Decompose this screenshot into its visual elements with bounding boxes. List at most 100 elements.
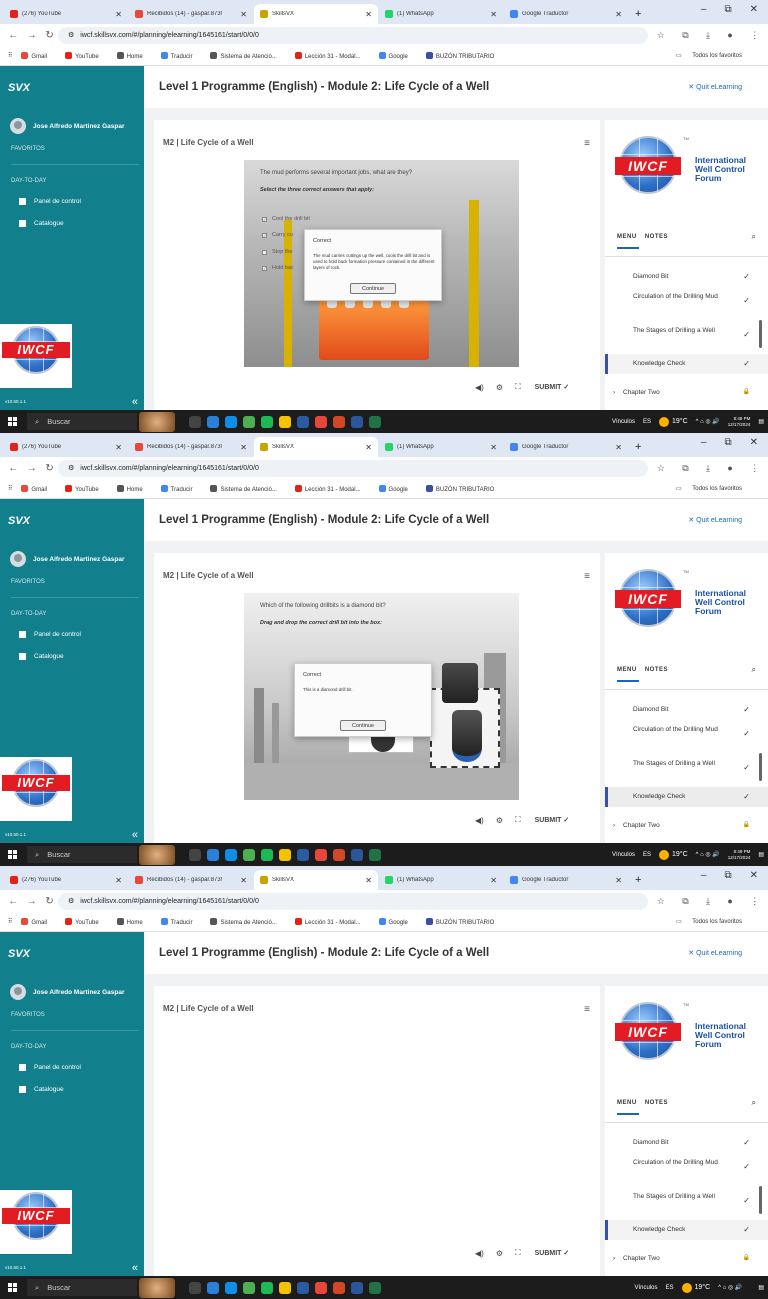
- download-icon[interactable]: ⤓: [706, 896, 710, 907]
- scrollbar-thumb[interactable]: [759, 320, 762, 348]
- forward-arrow-icon[interactable]: →: [27, 463, 37, 474]
- browser-tab[interactable]: Google Traductor✕: [504, 4, 628, 24]
- menu-item-circulation[interactable]: Circulation of the Drilling Mud✓: [605, 288, 768, 318]
- links-label[interactable]: Vínculos: [612, 419, 635, 425]
- chrome-icon[interactable]: [315, 416, 327, 428]
- browser-tab-active[interactable]: SkillsVX✕: [254, 4, 378, 24]
- bookmark[interactable]: Google: [379, 52, 417, 60]
- restore-button[interactable]: ⧉: [724, 437, 731, 448]
- menu-item-diamond-bit[interactable]: Diamond Bit✓: [605, 268, 768, 286]
- close-tab-icon[interactable]: ✕: [490, 10, 497, 19]
- bookmark[interactable]: YouTube: [65, 918, 108, 926]
- sidebar-item-catalogue[interactable]: Catalogue: [19, 1086, 64, 1093]
- bookmark[interactable]: Google: [379, 918, 417, 926]
- hamburger-menu-icon[interactable]: ≡: [584, 138, 590, 149]
- site-info-icon[interactable]: ⚙: [68, 464, 74, 472]
- windows-start-icon[interactable]: [8, 417, 17, 426]
- collapse-sidebar-icon[interactable]: «: [132, 1262, 138, 1274]
- powerpoint-icon[interactable]: [333, 416, 345, 428]
- apps-icon[interactable]: ⠿: [8, 52, 12, 59]
- bookmark[interactable]: Traducir: [161, 485, 202, 493]
- store-icon[interactable]: [243, 849, 255, 861]
- scrollbar-thumb[interactable]: [759, 1186, 762, 1214]
- quit-elearning-button[interactable]: ✕ Quit eLearning: [688, 949, 742, 957]
- sidebar-item-panel-de-control[interactable]: Panel de control: [19, 631, 81, 638]
- language-indicator[interactable]: ES: [643, 852, 651, 858]
- links-label[interactable]: Vínculos: [635, 1285, 658, 1291]
- widget-thumbnail[interactable]: [139, 845, 175, 865]
- search-icon[interactable]: ⌕: [752, 665, 756, 675]
- browser-tab-active[interactable]: SkillsVX✕: [254, 870, 378, 890]
- more-menu-icon[interactable]: ⋮: [750, 896, 759, 907]
- store-icon[interactable]: [243, 1282, 255, 1294]
- tab-notes[interactable]: NOTES: [645, 667, 668, 673]
- answer-option[interactable]: ✓Cool the drill bit: [262, 216, 310, 222]
- copilot-icon[interactable]: [207, 416, 219, 428]
- checkbox-checked[interactable]: ✓: [262, 217, 267, 222]
- svx-logo[interactable]: SVX: [8, 82, 30, 94]
- download-icon[interactable]: ⤓: [706, 463, 710, 474]
- bookmark[interactable]: Sistema de Atenció...: [210, 485, 285, 493]
- settings-gear-icon[interactable]: ⚙: [496, 383, 503, 392]
- bookmark[interactable]: Traducir: [161, 52, 202, 60]
- all-bookmarks[interactable]: ▭ Todos los favoritos: [676, 485, 751, 492]
- browser-tab[interactable]: Google Traductor✕: [504, 437, 628, 457]
- settings-gear-icon[interactable]: ⚙: [496, 816, 503, 825]
- sidebar-item-catalogue[interactable]: Catalogue: [19, 220, 64, 227]
- weather-widget[interactable]: 19°C: [659, 850, 688, 860]
- sidebar-item-catalogue[interactable]: Catalogue: [19, 653, 64, 660]
- all-bookmarks[interactable]: ▭ Todos los favoritos: [676, 918, 751, 925]
- menu-item-diamond-bit[interactable]: Diamond Bit✓: [605, 1134, 768, 1152]
- bookmark[interactable]: Gmail: [21, 918, 56, 926]
- back-arrow-icon[interactable]: ←: [8, 30, 18, 41]
- task-view-icon[interactable]: [189, 416, 201, 428]
- submit-button[interactable]: SUBMIT ✓: [535, 816, 570, 824]
- close-tab-icon[interactable]: ✕: [240, 10, 247, 19]
- drill-bit-dragging-image[interactable]: [442, 663, 478, 703]
- chrome-icon[interactable]: [315, 1282, 327, 1294]
- weather-widget[interactable]: 19°C: [659, 417, 688, 427]
- apps-icon[interactable]: ⠿: [8, 918, 12, 925]
- volume-icon[interactable]: ◀): [475, 383, 484, 392]
- word-icon[interactable]: [351, 849, 363, 861]
- windows-start-icon[interactable]: [8, 1283, 17, 1292]
- checkbox[interactable]: [262, 250, 267, 255]
- menu-item-stages-of-drilling[interactable]: The Stages of Drilling a Well✓: [605, 1188, 768, 1218]
- all-bookmarks[interactable]: ▭ Todos los favoritos: [676, 52, 751, 59]
- volume-icon[interactable]: ◀): [475, 816, 484, 825]
- excel-icon[interactable]: [369, 416, 381, 428]
- tray-icons[interactable]: ^ ⌂ ◎ 🔊: [696, 418, 720, 425]
- star-icon[interactable]: ☆: [657, 463, 665, 474]
- language-indicator[interactable]: ES: [666, 1285, 674, 1291]
- bookmark[interactable]: Gmail: [21, 485, 56, 493]
- apps-icon[interactable]: ⠿: [8, 485, 12, 492]
- menu-item-knowledge-check[interactable]: Knowledge Check✓: [605, 1220, 768, 1240]
- menu-item-stages-of-drilling[interactable]: The Stages of Drilling a Well✓: [605, 322, 768, 352]
- bookmark[interactable]: Google: [379, 485, 417, 493]
- bookmark[interactable]: BUZÓN TRIBUTARIO: [426, 485, 503, 493]
- user-profile[interactable]: Jose Alfredo Martinez Gaspar: [10, 118, 125, 134]
- clock[interactable]: 8:48 PM12/17/2024: [728, 416, 751, 428]
- menu-item-circulation[interactable]: Circulation of the Drilling Mud✓: [605, 1154, 768, 1184]
- edge-icon[interactable]: [225, 1282, 237, 1294]
- restore-button[interactable]: ⧉: [724, 870, 731, 881]
- answer-option[interactable]: Stop the: [262, 249, 293, 255]
- taskbar-search[interactable]: ⌕Buscar: [27, 846, 137, 863]
- notification-icon[interactable]: ▤: [758, 851, 764, 858]
- quit-elearning-button[interactable]: ✕ Quit eLearning: [688, 83, 742, 91]
- bookmark[interactable]: Home: [117, 918, 152, 926]
- browser-tab[interactable]: (276) YouTube✕: [4, 4, 128, 24]
- tab-notes[interactable]: NOTES: [645, 234, 668, 240]
- fullscreen-icon[interactable]: ⛶: [515, 382, 521, 392]
- weather-widget[interactable]: 19°C: [682, 1283, 711, 1293]
- browser-tab[interactable]: Recibidos (14) - gaspar.873!✕: [129, 4, 253, 24]
- url-field[interactable]: ⚙iwcf.skillsvx.com/#/planning/elearning/…: [58, 27, 648, 44]
- close-window-button[interactable]: ✕: [750, 437, 758, 448]
- profile-avatar[interactable]: ●: [727, 463, 732, 474]
- spotify-icon[interactable]: [261, 849, 273, 861]
- chrome-icon[interactable]: [315, 849, 327, 861]
- browser-tab[interactable]: (1) WhatsApp✕: [379, 4, 503, 24]
- sidebar-item-panel-de-control[interactable]: Panel de control: [19, 198, 81, 205]
- close-tab-icon[interactable]: ✕: [615, 443, 622, 452]
- new-tab-button[interactable]: +: [629, 4, 647, 24]
